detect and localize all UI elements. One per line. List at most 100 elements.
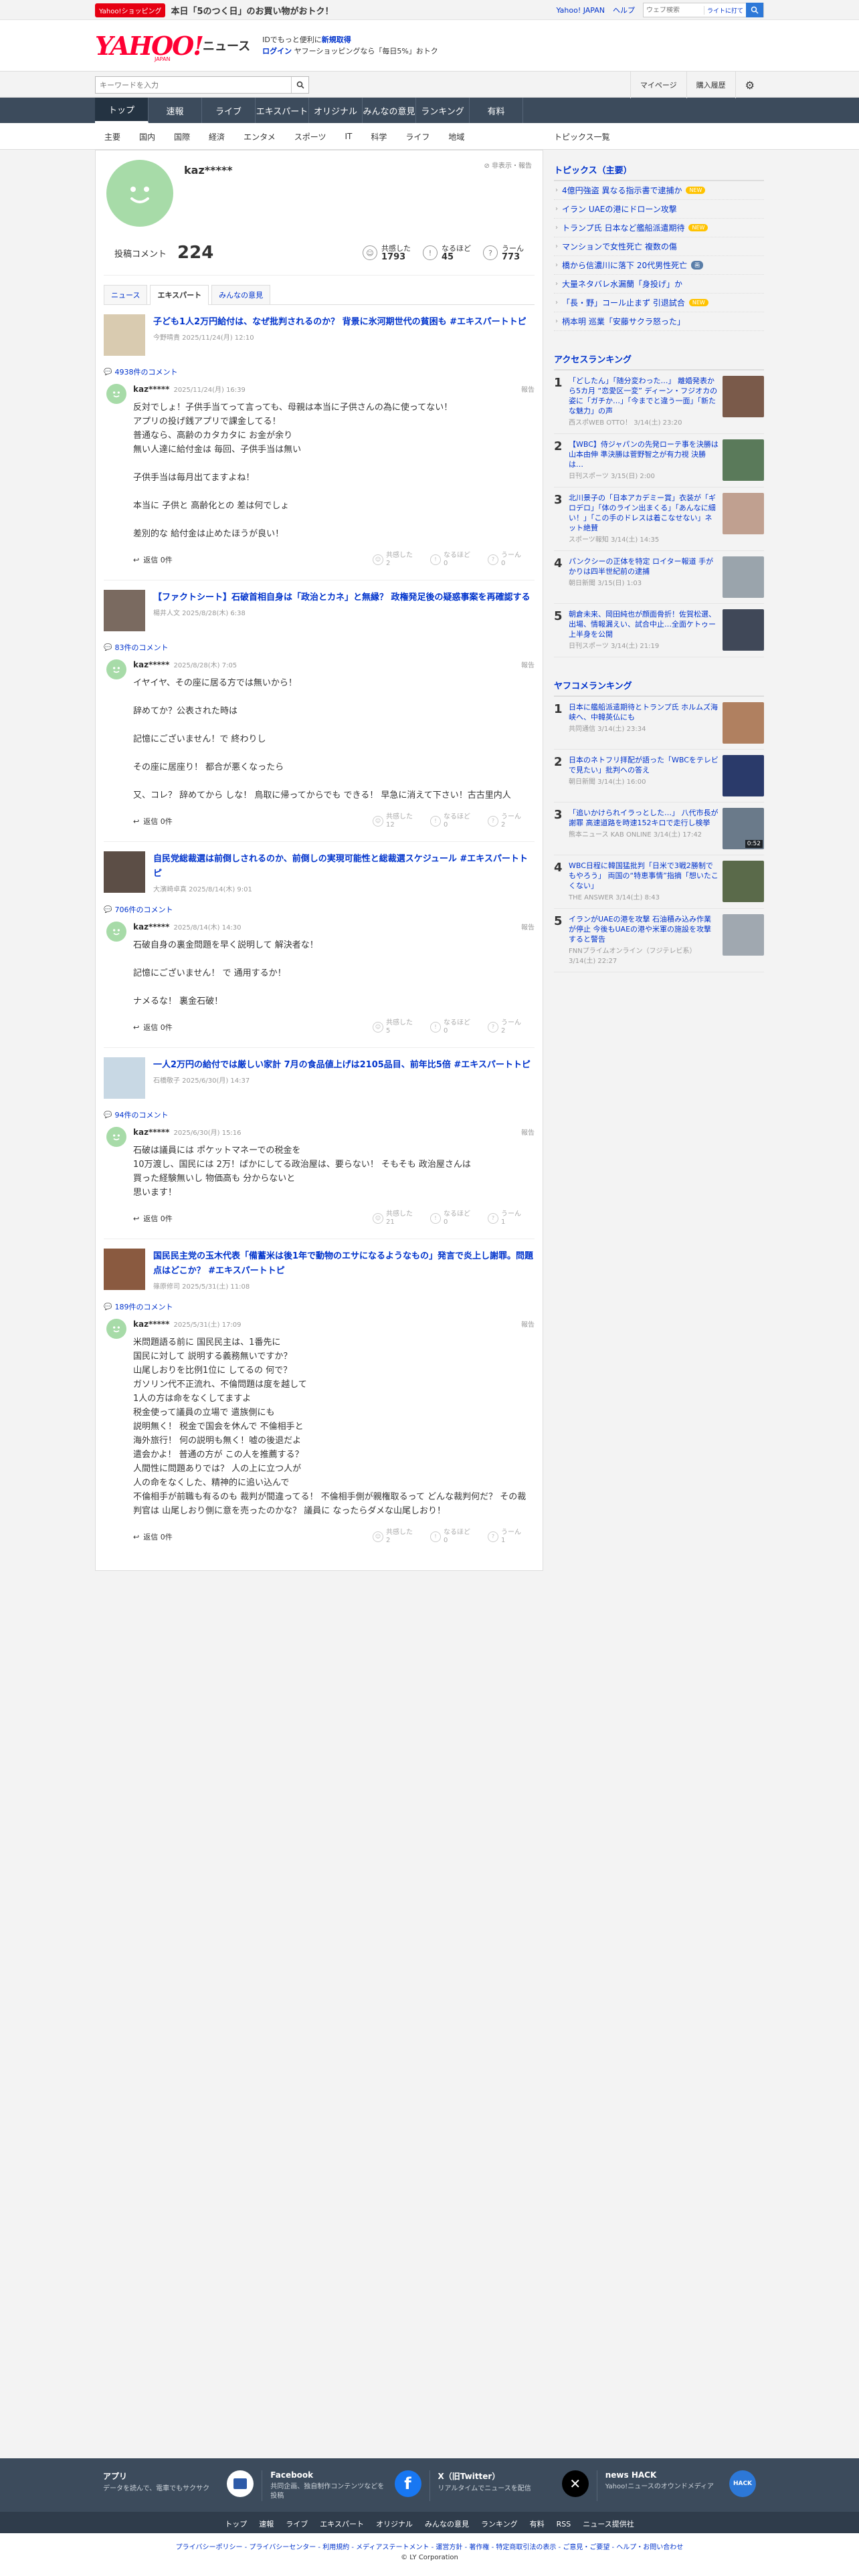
snav-item-7[interactable]: 科学 bbox=[361, 131, 396, 142]
comment-count-link[interactable]: 💬 83件のコメント bbox=[104, 642, 535, 653]
hide-report-link[interactable]: ⊘ 非表示・報告 bbox=[484, 160, 532, 170]
gnav-item-1[interactable]: 速報 bbox=[149, 98, 202, 123]
article-thumbnail[interactable] bbox=[104, 1249, 145, 1290]
reaction-button[interactable]: ☺ 共感した 21 bbox=[373, 1210, 419, 1226]
reaction-button[interactable]: ? うーん 1 bbox=[488, 1529, 535, 1545]
snav-item-6[interactable]: IT bbox=[335, 132, 361, 141]
access-ranking-heading[interactable]: アクセスランキング bbox=[554, 347, 764, 370]
gnav-item-2[interactable]: ライブ bbox=[202, 98, 256, 123]
ranking-item[interactable]: 5 朝倉未来、岡田純也が顔面骨折！佐賀松選、出場、情報漏えい、試合中止…全面ケトゥ… bbox=[554, 604, 764, 657]
ranking-item[interactable]: 1 「どしたん」「随分変わった…」 離婚発表から5カ月 “恋愛区一変” ディーン・… bbox=[554, 370, 764, 434]
reply-button[interactable]: ↩ 返信 0件 bbox=[133, 554, 173, 565]
topic-item[interactable]: › 「長・野」コール止まず 引退試合 NEW bbox=[554, 294, 764, 312]
settings-button[interactable]: ⚙ bbox=[735, 72, 764, 98]
topics-list-link[interactable]: トピックス一覧 bbox=[554, 131, 764, 142]
footer-facebook[interactable]: Facebook 共同企画、独自制作コンテンツなどを投稿 f bbox=[262, 2470, 430, 2501]
snav-item-3[interactable]: 経済 bbox=[199, 131, 234, 142]
snav-item-0[interactable]: 主要 bbox=[95, 131, 130, 142]
reaction-button[interactable]: ? うーん 2 bbox=[488, 1019, 535, 1035]
reply-button[interactable]: ↩ 返信 0件 bbox=[133, 1022, 173, 1033]
report-link[interactable]: 報告 bbox=[521, 659, 535, 669]
reaction-button[interactable]: ☺ 共感した 2 bbox=[373, 1529, 419, 1545]
gnav-item-0[interactable]: トップ bbox=[95, 98, 149, 123]
article-title[interactable]: 国民民主党の玉木代表「備蓄米は後1年で動物のエサになるようなもの」発言で炎上し謝… bbox=[153, 1251, 533, 1276]
article-thumbnail[interactable] bbox=[104, 314, 145, 356]
comment-count-link[interactable]: 💬 189件のコメント bbox=[104, 1301, 535, 1312]
topic-item[interactable]: › イラン UAEの港にドローン攻撃 bbox=[554, 200, 764, 219]
reaction-button[interactable]: ! なるほど 0 bbox=[430, 1210, 477, 1226]
comment-count-link[interactable]: 💬 94件のコメント bbox=[104, 1109, 535, 1120]
footer-x[interactable]: X（旧Twitter） リアルタイムでニュースを配信 ✕ bbox=[430, 2470, 597, 2501]
comment-username[interactable]: kaz***** bbox=[133, 1128, 169, 1137]
snav-item-9[interactable]: 地域 bbox=[439, 131, 474, 142]
purchase-history-button[interactable]: 購入履歴 bbox=[686, 72, 735, 98]
register-link[interactable]: 新規取得 bbox=[322, 35, 351, 44]
keyword-search-input[interactable] bbox=[96, 80, 291, 90]
reply-button[interactable]: ↩ 返信 0件 bbox=[133, 1213, 173, 1224]
footer-newshack[interactable]: news HACK Yahoo!ニュースのオウンドメディア HACK bbox=[597, 2470, 764, 2501]
footer-nav-item-3[interactable]: エキスパート bbox=[320, 2518, 364, 2529]
tab-expert[interactable]: エキスパート bbox=[150, 285, 209, 305]
topic-item[interactable]: › マンションで女性死亡 複数の傷 bbox=[554, 237, 764, 256]
tab-opinions[interactable]: みんなの意見 bbox=[211, 285, 271, 304]
comment-count-link[interactable]: 💬 706件のコメント bbox=[104, 904, 535, 915]
comment-username[interactable]: kaz***** bbox=[133, 385, 169, 394]
legal-links[interactable]: プライバシーポリシー - プライバシーセンター - 利用規約 - メディアステー… bbox=[0, 2533, 859, 2554]
article-thumbnail[interactable] bbox=[104, 851, 145, 893]
snav-item-4[interactable]: エンタメ bbox=[234, 131, 285, 142]
article-title[interactable]: 子ども1人2万円給付は、なぜ批判されるのか？ 背景に氷河期世代の貧困も #エキス… bbox=[153, 317, 527, 327]
web-search-input[interactable] bbox=[643, 6, 704, 14]
article-thumbnail[interactable] bbox=[104, 1057, 145, 1099]
topic-item[interactable]: › 柄本明 巡業「安藤サクラ怒った」 bbox=[554, 312, 764, 331]
footer-nav-item-1[interactable]: 速報 bbox=[259, 2518, 274, 2529]
keyword-search-button[interactable] bbox=[291, 77, 308, 93]
tab-news[interactable]: ニュース bbox=[104, 285, 148, 304]
snav-item-8[interactable]: ライフ bbox=[396, 131, 439, 142]
shopping-badge[interactable]: Yahoo!ショッピング bbox=[95, 3, 166, 17]
help-link[interactable]: ヘルプ bbox=[613, 5, 635, 15]
reply-button[interactable]: ↩ 返信 0件 bbox=[133, 1531, 173, 1542]
reaction-button[interactable]: ! なるほど 0 bbox=[430, 813, 477, 829]
topic-item[interactable]: › 4億円強盗 異なる指示書で逮捕か NEW bbox=[554, 181, 764, 200]
ranking-item[interactable]: 3 北川景子の「日本アカデミー賞」衣装が「ギロデロ」「体のライン出まくる」「あんな… bbox=[554, 488, 764, 551]
reaction-button[interactable]: ? うーん 2 bbox=[488, 813, 535, 829]
comment-username[interactable]: kaz***** bbox=[133, 660, 169, 669]
comment-username[interactable]: kaz***** bbox=[133, 922, 169, 932]
reply-button[interactable]: ↩ 返信 0件 bbox=[133, 816, 173, 827]
snav-item-1[interactable]: 国内 bbox=[130, 131, 165, 142]
footer-nav-item-0[interactable]: トップ bbox=[225, 2518, 247, 2529]
login-link[interactable]: ログイン bbox=[262, 47, 292, 56]
report-link[interactable]: 報告 bbox=[521, 1319, 535, 1329]
ranking-item[interactable]: 2 【WBC】侍ジャパンの先発ローテ事を決勝は山本由伸 準決勝は菅野智之が有力視 … bbox=[554, 434, 764, 488]
ranking-item[interactable]: 5 イランがUAEの港を攻撃 石油積み込み作業が停止 今後もUAEの港や米軍の施設… bbox=[554, 909, 764, 972]
topic-item[interactable]: › トランプ氏 日本など艦船派遣期待 NEW bbox=[554, 219, 764, 237]
footer-nav-item-9[interactable]: ニュース提供社 bbox=[583, 2518, 634, 2529]
gnav-item-3[interactable]: エキスパート bbox=[256, 98, 309, 123]
report-link[interactable]: 報告 bbox=[521, 922, 535, 932]
gnav-item-6[interactable]: ランキング bbox=[416, 98, 470, 123]
mypage-button[interactable]: マイページ bbox=[630, 72, 686, 98]
ranking-item[interactable]: 1 日本に艦船派遣期待とトランプ氏 ホルムズ海峡へ、中韓英仏にも 共同通信 3/14… bbox=[554, 697, 764, 750]
gnav-item-5[interactable]: みんなの意見 bbox=[363, 98, 416, 123]
reaction-button[interactable]: ☺ 共感した 2 bbox=[373, 552, 419, 568]
article-thumbnail[interactable] bbox=[104, 590, 145, 631]
topics-heading[interactable]: トピックス（主要） bbox=[554, 158, 764, 181]
comment-count-link[interactable]: 💬 4938件のコメント bbox=[104, 366, 535, 377]
footer-nav-item-7[interactable]: 有料 bbox=[530, 2518, 545, 2529]
web-search-button[interactable] bbox=[746, 3, 763, 17]
ranking-item[interactable]: 4 WBC日程に韓国猛批判「日米で3戦2勝制でもやろう」 両国の“特恵事情”指摘「… bbox=[554, 855, 764, 909]
ranking-item[interactable]: 4 パンクシーの正体を特定 ロイター報道 手がかりは四半世紀前の逮捕 朝日新聞 3/… bbox=[554, 551, 764, 604]
reaction-button[interactable]: ☺ 共感した 12 bbox=[373, 813, 419, 829]
reaction-button[interactable]: ? うーん 1 bbox=[488, 1210, 535, 1226]
article-title[interactable]: 【ファクトシート】石破首相自身は「政治とカネ」と無縁？ 政権発足後の疑惑事案を再… bbox=[153, 593, 531, 603]
reaction-button[interactable]: ☺ 共感した 5 bbox=[373, 1019, 419, 1035]
footer-nav-item-6[interactable]: ランキング bbox=[481, 2518, 518, 2529]
search-hint[interactable]: ライトに打て bbox=[703, 5, 746, 15]
article-title[interactable]: 一人2万円の給付では厳しい家計 7月の食品値上げは2105品目、前年比5倍 #エ… bbox=[153, 1060, 531, 1070]
reaction-button[interactable]: ? うーん 0 bbox=[488, 552, 535, 568]
topic-item[interactable]: › 大量ネタバレ水漏蘭「身投げ」か bbox=[554, 275, 764, 294]
reaction-button[interactable]: ! なるほど 0 bbox=[430, 1529, 477, 1545]
comment-ranking-heading[interactable]: ヤフコメランキング bbox=[554, 673, 764, 697]
report-link[interactable]: 報告 bbox=[521, 1127, 535, 1137]
footer-nav-item-5[interactable]: みんなの意見 bbox=[425, 2518, 469, 2529]
